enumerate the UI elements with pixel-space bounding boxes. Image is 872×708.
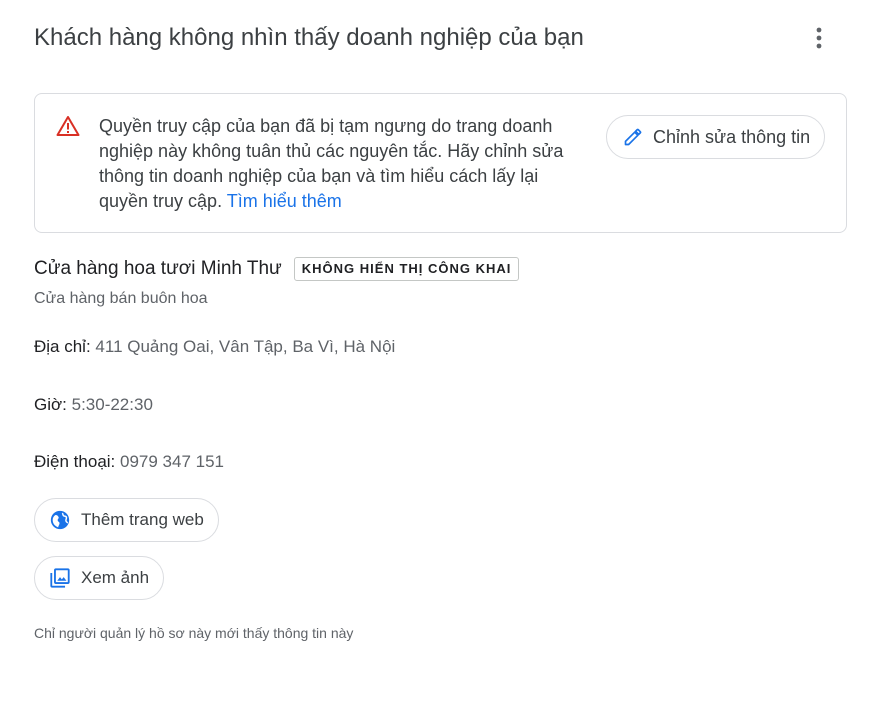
pencil-icon: [624, 128, 642, 146]
add-website-button[interactable]: Thêm trang web: [34, 498, 219, 542]
add-website-label: Thêm trang web: [81, 510, 204, 529]
business-name-row: Cửa hàng hoa tươi Minh Thư KHÔNG HIỂN TH…: [34, 257, 520, 281]
view-photos-label: Xem ảnh: [81, 568, 150, 587]
address-value: 411 Quảng Oai, Vân Tập, Ba Vì, Hà Nội: [95, 337, 396, 356]
edit-info-label: Chỉnh sửa thông tin: [653, 126, 811, 147]
edit-info-button[interactable]: Chỉnh sửa thông tin: [606, 115, 826, 159]
suspension-alert-card: Quyền truy cập của bạn đã bị tạm ngưng d…: [34, 93, 847, 233]
address-label: Địa chỉ:: [34, 337, 91, 356]
status-badge: KHÔNG HIỂN THỊ CÔNG KHAI: [293, 257, 520, 281]
more-options-button[interactable]: [803, 22, 835, 54]
hours-value: 5:30-22:30: [71, 395, 153, 414]
business-category: Cửa hàng bán buôn hoa: [34, 290, 208, 307]
manager-only-note: Chỉ người quản lý hồ sơ này mới thấy thô…: [34, 625, 354, 641]
business-name: Cửa hàng hoa tươi Minh Thư: [34, 258, 282, 279]
alert-message: Quyền truy cập của bạn đã bị tạm ngưng d…: [99, 114, 569, 214]
photo-library-icon: [50, 568, 70, 588]
warning-icon: [56, 116, 80, 136]
hours-row: Giờ: 5:30-22:30: [34, 395, 153, 415]
phone-row: Điện thoại: 0979 347 151: [34, 452, 224, 472]
hours-label: Giờ:: [34, 395, 67, 414]
address-row: Địa chỉ: 411 Quảng Oai, Vân Tập, Ba Vì, …: [34, 337, 395, 357]
phone-value: 0979 347 151: [120, 452, 225, 471]
phone-label: Điện thoại:: [34, 452, 116, 471]
globe-icon: [50, 510, 70, 530]
page-title: Khách hàng không nhìn thấy doanh nghiệp …: [34, 24, 584, 51]
view-photos-button[interactable]: Xem ảnh: [34, 556, 165, 600]
learn-more-link[interactable]: Tìm hiểu thêm: [227, 191, 342, 211]
more-vert-icon: [816, 27, 822, 49]
